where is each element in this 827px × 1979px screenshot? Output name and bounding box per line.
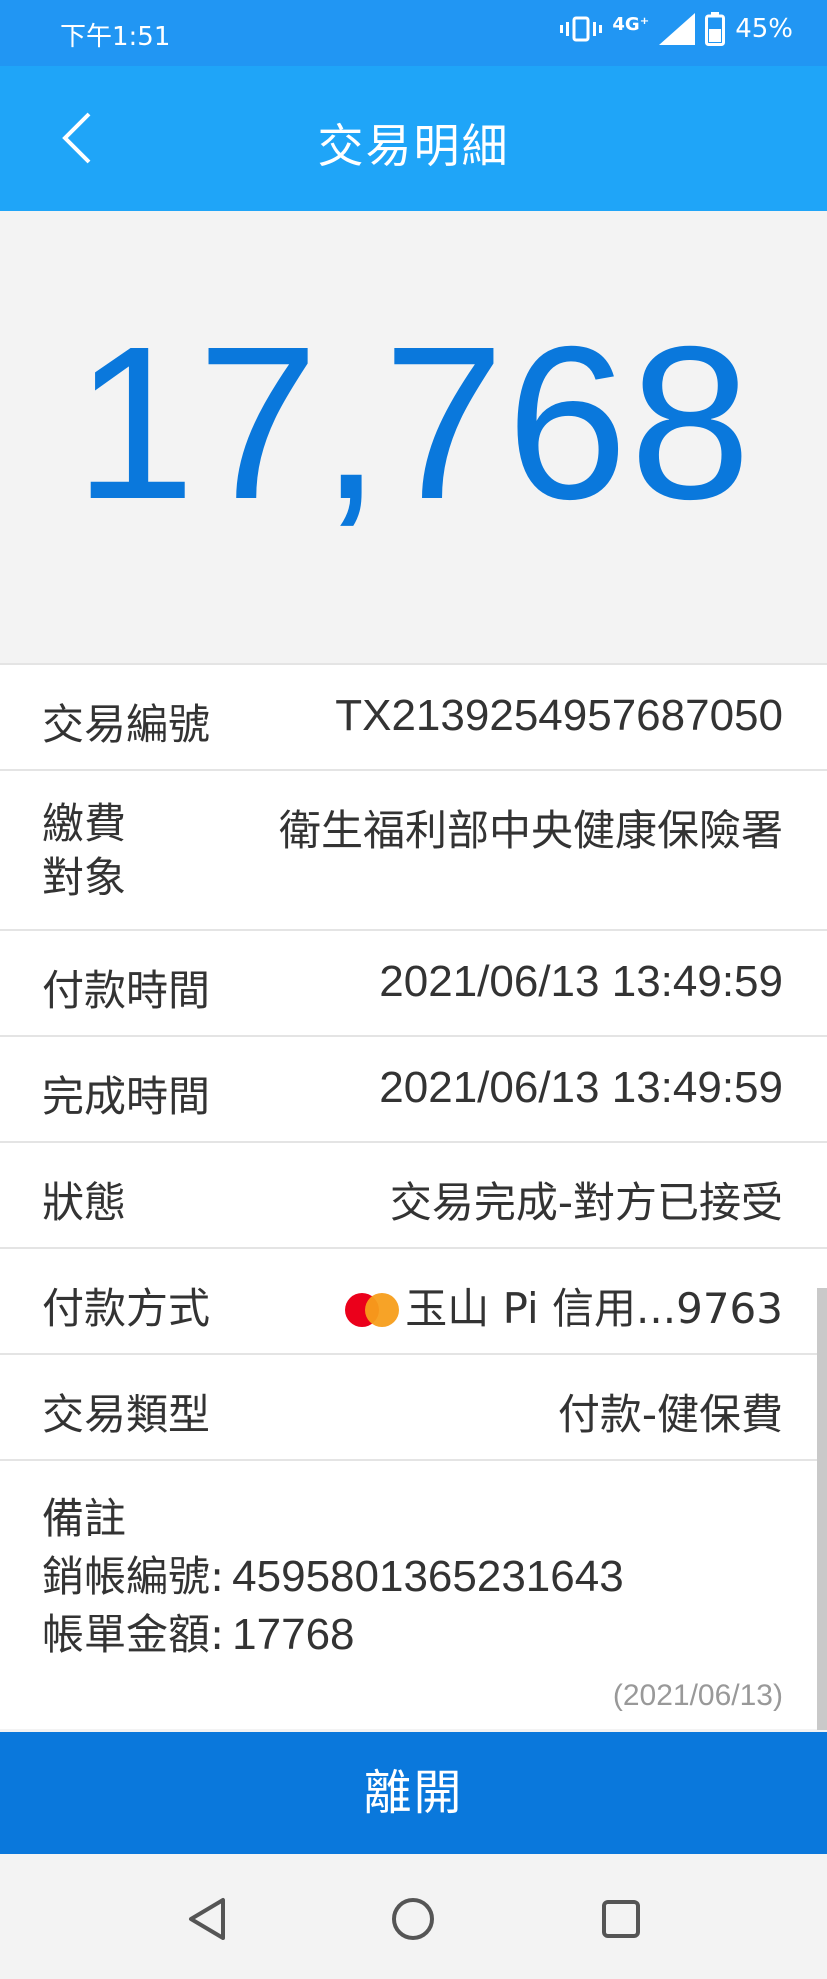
detail-value: 交易完成-對方已接受 xyxy=(389,1178,783,1227)
note-label: 銷帳編號: xyxy=(42,1552,225,1601)
transaction-details: 交易編號 TX2139254957687050 繳費 對象 衛生福利部中央健康保… xyxy=(0,663,827,1729)
detail-label: 交易類型 xyxy=(42,1390,211,1439)
detail-label: 完成時間 xyxy=(42,1072,211,1121)
mastercard-icon xyxy=(345,1293,400,1327)
network-4g-icon: 4G⁺ xyxy=(612,13,650,35)
nav-home-button[interactable] xyxy=(386,1892,440,1946)
detail-value-wrap: 玉山 Pi 信用...9763 xyxy=(345,1275,783,1336)
note-value: 17768 xyxy=(232,1610,355,1659)
detail-label: 付款時間 xyxy=(42,966,211,1015)
detail-label: 狀態 xyxy=(42,1178,127,1227)
signal-icon xyxy=(659,13,696,45)
system-nav-bar xyxy=(0,1854,827,1979)
detail-label: 交易編號 xyxy=(42,700,211,749)
page-title: 交易明細 xyxy=(317,119,510,173)
detail-row-transaction-type: 交易類型 付款-健保費 xyxy=(0,1353,827,1459)
detail-row-payment-method: 付款方式 玉山 Pi 信用...9763 xyxy=(0,1247,827,1353)
scrollbar-thumb[interactable] xyxy=(817,1288,827,1730)
status-icons: 4G⁺ 45% xyxy=(560,12,793,46)
status-time: 下午1:51 xyxy=(60,22,171,52)
detail-row-payee: 繳費 對象 衛生福利部中央健康保險署 xyxy=(0,769,827,929)
status-bar: 下午1:51 4G⁺ 45% xyxy=(0,0,827,66)
detail-value: 2021/06/13 13:49:59 xyxy=(379,1063,783,1112)
detail-value: 2021/06/13 13:49:59 xyxy=(379,957,783,1006)
recents-square-icon xyxy=(602,1900,640,1938)
amount-section: 17,768 xyxy=(0,211,827,663)
leave-button[interactable]: 離開 xyxy=(0,1732,827,1854)
note-value: 4595801365231643 xyxy=(232,1552,624,1601)
transaction-amount: 17,768 xyxy=(74,302,753,545)
detail-value: 衛生福利部中央健康保險署 xyxy=(278,806,783,855)
note-line: 銷帳編號: 4595801365231643 xyxy=(42,1543,624,1604)
battery-percent: 45% xyxy=(735,14,793,44)
back-triangle-icon xyxy=(189,1898,225,1940)
note-section: 備註 銷帳編號: 4595801365231643 帳單金額: 17768 (202… xyxy=(0,1459,827,1729)
note-title: 備註 xyxy=(42,1494,127,1543)
note-date: (2021/06/13) xyxy=(612,1679,783,1712)
nav-back-button[interactable] xyxy=(180,1892,234,1946)
detail-label: 付款方式 xyxy=(42,1284,211,1333)
home-circle-icon xyxy=(392,1898,434,1940)
detail-row-complete-time: 完成時間 2021/06/13 13:49:59 xyxy=(0,1035,827,1141)
note-line: 帳單金額: 17768 xyxy=(42,1601,355,1662)
detail-row-payment-time: 付款時間 2021/06/13 13:49:59 xyxy=(0,929,827,1035)
detail-row-transaction-id: 交易編號 TX2139254957687050 xyxy=(0,663,827,769)
detail-value: TX2139254957687050 xyxy=(335,691,783,740)
battery-icon xyxy=(705,12,726,46)
detail-value: 付款-健保費 xyxy=(557,1390,783,1439)
note-label: 帳單金額: xyxy=(42,1610,225,1659)
detail-row-status: 狀態 交易完成-對方已接受 xyxy=(0,1141,827,1247)
detail-label: 繳費 對象 xyxy=(42,799,127,902)
detail-value: 玉山 Pi 信用...9763 xyxy=(405,1284,783,1333)
nav-recents-button[interactable] xyxy=(594,1892,648,1946)
vibrate-icon xyxy=(560,15,603,43)
app-bar: 交易明細 xyxy=(0,66,827,211)
